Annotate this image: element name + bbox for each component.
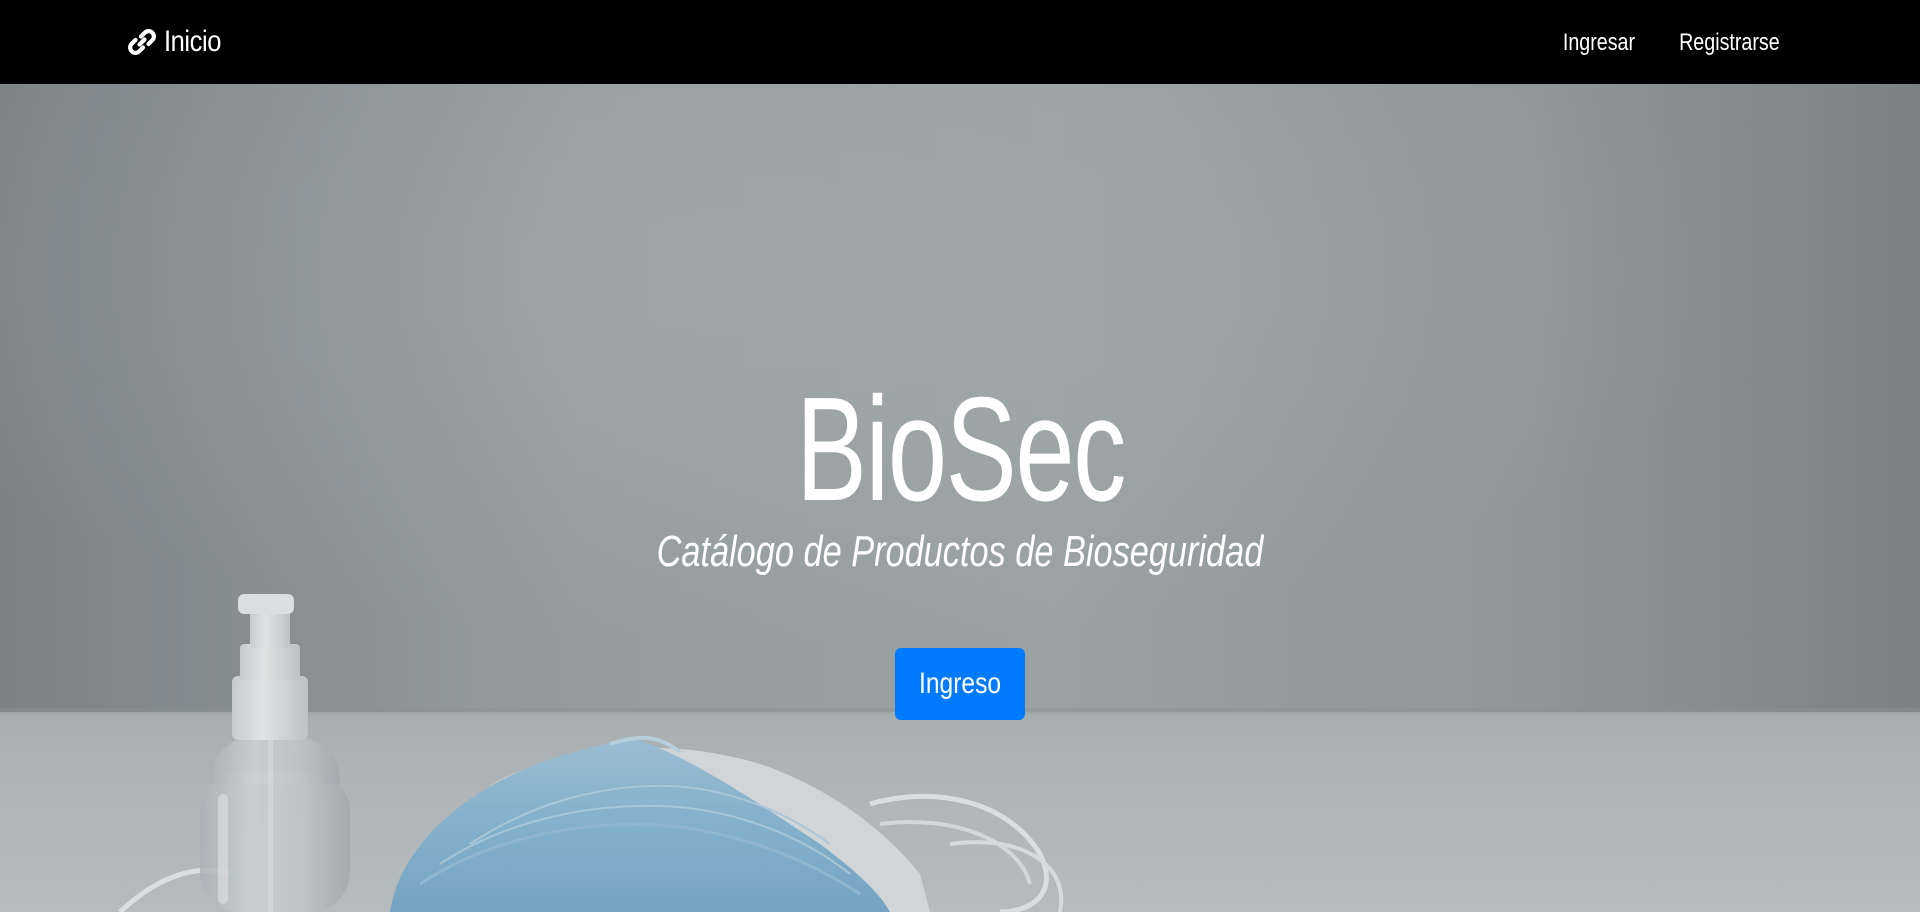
ingreso-button-label: Ingreso (918, 667, 1002, 700)
hero-subtitle: Catálogo de Productos de Bioseguridad (0, 524, 1920, 580)
brand-label: Inicio (164, 25, 221, 58)
nav-links: Ingresar Registrarse (1525, 24, 1780, 62)
brand-link[interactable]: Inicio (126, 22, 231, 62)
ingreso-button[interactable]: Ingreso (895, 648, 1025, 720)
nav-link-ingresar[interactable]: Ingresar (1563, 29, 1635, 57)
hero-subtitle-text: Catálogo de Productos de Bioseguridad (656, 527, 1264, 576)
hero-title: BioSec (0, 370, 1920, 530)
hero-content: BioSec Catálogo de Productos de Biosegur… (0, 84, 1920, 912)
link-icon (128, 29, 156, 55)
hero-section: BioSec Catálogo de Productos de Biosegur… (0, 84, 1920, 912)
top-navbar: Inicio Ingresar Registrarse (0, 0, 1920, 84)
nav-link-registrarse[interactable]: Registrarse (1679, 29, 1780, 57)
hero-title-text: BioSec (795, 367, 1126, 532)
